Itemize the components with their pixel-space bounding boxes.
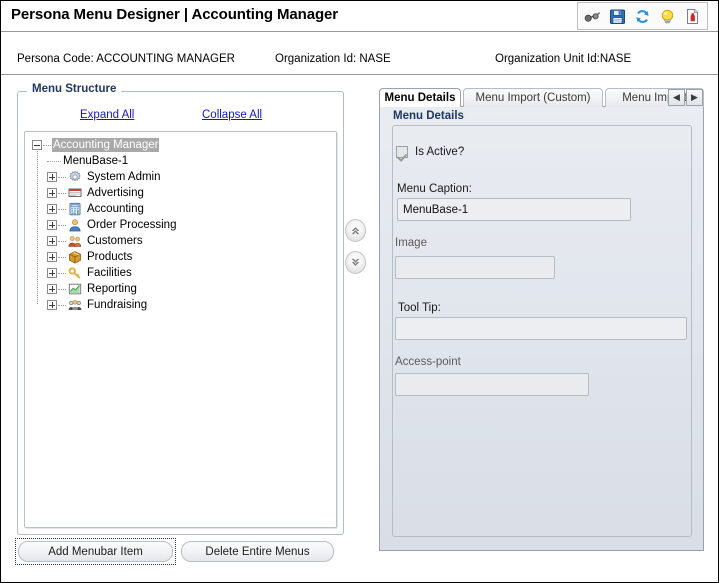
people-icon bbox=[67, 233, 83, 249]
persona-menu-designer-window: Persona Menu Designer | Accounting Manag… bbox=[0, 0, 719, 583]
add-menubar-item-button[interactable]: Add Menubar Item bbox=[18, 541, 173, 562]
expander-plus-icon[interactable] bbox=[47, 236, 57, 246]
calculator-icon bbox=[67, 201, 83, 217]
tree-dots bbox=[58, 272, 66, 274]
tab-scroll-right-icon[interactable]: ▶ bbox=[686, 89, 703, 106]
is-active-label: Is Active? bbox=[415, 146, 465, 158]
menu-structure-legend: Menu Structure bbox=[27, 83, 122, 95]
tree-node-advertising[interactable]: Advertising bbox=[25, 185, 336, 201]
toolbar bbox=[577, 2, 708, 30]
tree-node-root[interactable]: Accounting Manager bbox=[25, 137, 336, 153]
expander-plus-icon[interactable] bbox=[47, 172, 57, 182]
tree-dots bbox=[58, 192, 66, 194]
image-label: Image bbox=[395, 237, 427, 249]
tree-node-reporting[interactable]: Reporting bbox=[25, 281, 336, 297]
menu-details-legend: Menu Details bbox=[389, 110, 468, 122]
info-row: Persona Code: ACCOUNTING MANAGER Organiz… bbox=[1, 33, 718, 75]
expander-plus-icon[interactable] bbox=[47, 220, 57, 230]
tree-dots bbox=[58, 256, 66, 258]
tool-tip-label: Tool Tip: bbox=[398, 302, 441, 314]
is-active-checkbox[interactable] bbox=[396, 146, 408, 158]
box-icon bbox=[67, 249, 83, 265]
tree-dots bbox=[58, 224, 66, 226]
collapse-all-link[interactable]: Collapse All bbox=[202, 109, 262, 121]
tree-node-label: Customers bbox=[87, 235, 143, 247]
tree-node-customers[interactable]: Customers bbox=[25, 233, 336, 249]
tree-node-order-processing[interactable]: Order Processing bbox=[25, 217, 336, 233]
page-title: Persona Menu Designer | Accounting Manag… bbox=[11, 6, 339, 23]
menu-tree[interactable]: Accounting Manager MenuBase-1 System Adm… bbox=[24, 131, 337, 528]
menu-caption-label: Menu Caption: bbox=[397, 183, 472, 195]
tab-strip: Menu Details Menu Import (Custom) Menu I… bbox=[379, 88, 704, 107]
gear-icon bbox=[67, 169, 83, 185]
persona-code-label: Persona Code: ACCOUNTING MANAGER bbox=[17, 53, 235, 65]
expand-all-link[interactable]: Expand All bbox=[80, 109, 134, 121]
organization-id-label: Organization Id: NASE bbox=[275, 53, 391, 65]
title-bar: Persona Menu Designer | Accounting Manag… bbox=[1, 1, 718, 32]
billboard-icon bbox=[67, 185, 83, 201]
expander-plus-icon[interactable] bbox=[47, 284, 57, 294]
chevron-down-icon bbox=[351, 258, 360, 266]
tree-node-fundraising[interactable]: Fundraising bbox=[25, 297, 336, 313]
tree-node-products[interactable]: Products bbox=[25, 249, 336, 265]
tree-dots bbox=[43, 144, 51, 146]
menu-caption-input[interactable]: MenuBase-1 bbox=[397, 198, 631, 221]
tab-menu-import-custom[interactable]: Menu Import (Custom) bbox=[463, 88, 603, 107]
tree-dots bbox=[58, 240, 66, 242]
tree-node-menubase-1[interactable]: MenuBase-1 bbox=[25, 153, 336, 169]
expander-plus-icon[interactable] bbox=[47, 204, 57, 214]
expander-plus-icon[interactable] bbox=[47, 252, 57, 262]
tree-dots bbox=[58, 304, 66, 306]
tab-menu-details[interactable]: Menu Details bbox=[379, 88, 461, 107]
report-icon[interactable] bbox=[684, 8, 701, 25]
tree-node-system-admin[interactable]: System Admin bbox=[25, 169, 336, 185]
chevron-up-icon bbox=[351, 226, 360, 234]
expander-plus-icon[interactable] bbox=[47, 300, 57, 310]
tree-node-label: MenuBase-1 bbox=[63, 155, 129, 167]
move-up-button[interactable] bbox=[345, 219, 366, 242]
tree-node-label: Facilities bbox=[87, 267, 132, 279]
delete-entire-menus-button[interactable]: Delete Entire Menus bbox=[181, 541, 334, 562]
tree-node-label: Accounting Manager bbox=[52, 138, 160, 152]
tool-tip-input[interactable] bbox=[395, 317, 687, 340]
tree-node-accounting[interactable]: Accounting bbox=[25, 201, 336, 217]
binoculars-icon[interactable] bbox=[584, 8, 601, 25]
tree-node-label: Products bbox=[87, 251, 133, 263]
tree-node-label: Advertising bbox=[87, 187, 144, 199]
access-point-label: Access-point bbox=[395, 356, 461, 368]
image-input[interactable] bbox=[395, 256, 555, 279]
tree-node-label: Accounting bbox=[87, 203, 144, 215]
lightbulb-icon[interactable] bbox=[659, 8, 676, 25]
refresh-icon[interactable] bbox=[634, 8, 651, 25]
key-icon bbox=[67, 265, 83, 281]
move-down-button[interactable] bbox=[345, 251, 366, 274]
tree-node-label: Fundraising bbox=[87, 299, 148, 311]
tree-node-label: Reporting bbox=[87, 283, 137, 295]
person-icon bbox=[67, 217, 83, 233]
access-point-input[interactable] bbox=[395, 373, 589, 396]
tree-dots bbox=[58, 176, 66, 178]
tree-node-label: System Admin bbox=[87, 171, 161, 183]
chart-icon bbox=[67, 281, 83, 297]
expander-plus-icon[interactable] bbox=[47, 268, 57, 278]
tree-node-label: Order Processing bbox=[87, 219, 177, 231]
organization-unit-id-label: Organization Unit Id:NASE bbox=[495, 53, 632, 65]
expander-minus-icon[interactable] bbox=[32, 140, 42, 150]
expander-plus-icon[interactable] bbox=[47, 188, 57, 198]
save-icon[interactable] bbox=[609, 8, 626, 25]
tree-dots bbox=[47, 160, 61, 162]
group-icon bbox=[67, 297, 83, 313]
tree-node-facilities[interactable]: Facilities bbox=[25, 265, 336, 281]
tree-dots bbox=[58, 288, 66, 290]
tree-links-row: Expand All Collapse All bbox=[17, 109, 344, 131]
tree-dots bbox=[58, 208, 66, 210]
tab-scroll-left-icon[interactable]: ◀ bbox=[668, 89, 685, 106]
